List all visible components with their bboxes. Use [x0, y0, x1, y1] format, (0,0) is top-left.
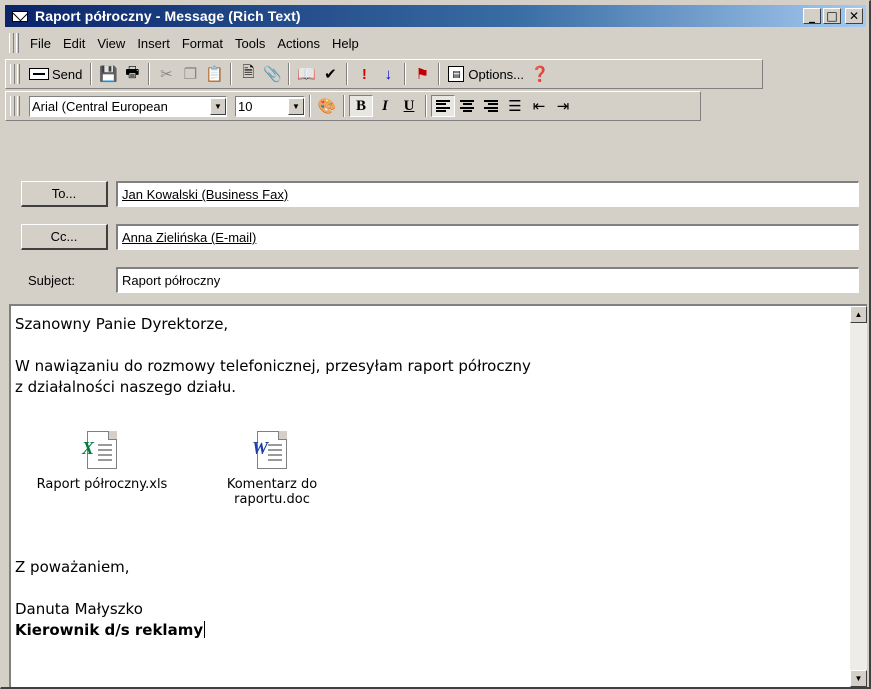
menu-actions[interactable]: Actions	[271, 36, 326, 51]
close-button[interactable]: ✕	[845, 8, 863, 24]
menu-format[interactable]: Format	[176, 36, 229, 51]
attachment-xls-label: Raport półroczny.xls	[36, 477, 168, 492]
message-window: Raport półroczny - Message (Rich Text) _…	[0, 0, 871, 689]
options-icon: ▤	[448, 66, 465, 82]
attachment-doc[interactable]: W Komentarz do raportu.doc	[207, 431, 337, 507]
font-size-select[interactable]: 10 ▼	[235, 95, 305, 117]
signature-title: Kierownik d/s reklamy	[15, 621, 204, 639]
chevron-down-icon[interactable]: ▼	[210, 97, 226, 115]
send-label: Send	[52, 66, 83, 82]
toolbar-grip[interactable]	[10, 64, 15, 84]
subject-value: Raport półroczny	[122, 273, 221, 288]
cc-field[interactable]: Anna Zielińska (E-mail)	[116, 224, 859, 250]
format-toolbar-grip[interactable]	[10, 96, 15, 116]
title-bar[interactable]: Raport półroczny - Message (Rich Text) _…	[5, 5, 866, 27]
print-icon[interactable]: 🖶	[120, 63, 144, 85]
font-select[interactable]: Arial (Central European ▼	[29, 95, 227, 117]
insert-file-icon[interactable]: 🗎	[236, 63, 260, 85]
subject-field[interactable]: Raport półroczny	[116, 267, 859, 293]
low-importance-icon[interactable]: ↓	[376, 63, 400, 85]
align-left-icon[interactable]	[431, 95, 455, 117]
minimize-button[interactable]: _	[803, 8, 821, 24]
chevron-down-icon[interactable]: ▼	[288, 97, 304, 115]
increase-indent-icon[interactable]: ⇥	[551, 95, 575, 117]
menu-insert[interactable]: Insert	[131, 36, 176, 51]
to-button[interactable]: To...	[21, 181, 108, 207]
closing-line: Z poważaniem,	[15, 558, 130, 576]
options-label: Options...	[468, 66, 525, 82]
attach-icon[interactable]: 📎	[260, 63, 284, 85]
vertical-scrollbar[interactable]: ▲ ▼	[850, 306, 867, 687]
menu-help[interactable]: Help	[326, 36, 365, 51]
body-line-1: W nawiązaniu do rozmowy telefonicznej, p…	[15, 357, 531, 375]
align-right-icon[interactable]	[479, 95, 503, 117]
menu-file[interactable]: File	[24, 36, 57, 51]
bold-button[interactable]: B	[349, 95, 373, 117]
maximize-button[interactable]: □	[823, 8, 841, 24]
decrease-indent-icon[interactable]: ⇤	[527, 95, 551, 117]
underline-button[interactable]: U	[397, 95, 421, 117]
formatting-toolbar: Arial (Central European ▼ 10 ▼ 🎨 B I U ☰…	[5, 91, 701, 121]
scroll-down-icon[interactable]: ▼	[850, 670, 867, 687]
help-icon[interactable]: ❓	[528, 63, 552, 85]
text-cursor	[204, 621, 206, 638]
italic-button[interactable]: I	[373, 95, 397, 117]
font-value: Arial (Central European	[32, 98, 168, 114]
scroll-up-icon[interactable]: ▲	[850, 306, 867, 323]
bullets-icon[interactable]: ☰	[503, 95, 527, 117]
send-icon	[29, 68, 49, 80]
options-button[interactable]: ▤ Options...	[444, 66, 528, 82]
to-recipient[interactable]: Jan Kowalski (Business Fax)	[122, 187, 288, 202]
menu-grip[interactable]	[9, 33, 14, 53]
cc-recipient[interactable]: Anna Zielińska (E-mail)	[122, 230, 256, 245]
window-title: Raport półroczny - Message (Rich Text)	[35, 8, 301, 24]
word-file-icon: W	[252, 431, 287, 469]
subject-label: Subject:	[28, 273, 75, 288]
copy-icon[interactable]: ❐	[178, 63, 202, 85]
envelope-icon	[11, 9, 29, 23]
excel-file-icon: X	[82, 431, 117, 469]
menu-tools[interactable]: Tools	[229, 36, 271, 51]
greeting-line: Szanowny Panie Dyrektorze,	[15, 315, 229, 333]
paste-icon[interactable]: 📋	[202, 63, 226, 85]
align-center-icon[interactable]	[455, 95, 479, 117]
standard-toolbar: Send 💾 🖶 ✂ ❐ 📋 🗎 📎 📖 ✔ ! ↓ ⚑ ▤ Options..…	[5, 59, 763, 89]
attachment-xls[interactable]: X Raport półroczny.xls	[17, 431, 187, 492]
menu-view[interactable]: View	[91, 36, 131, 51]
menu-bar: File Edit View Insert Format Tools Actio…	[5, 31, 866, 55]
address-book-icon[interactable]: 📖	[294, 63, 318, 85]
attachment-doc-label-line1: Komentarz do	[226, 477, 318, 492]
signature-name: Danuta Małyszko	[15, 600, 143, 618]
send-button[interactable]: Send	[25, 67, 86, 82]
menu-edit[interactable]: Edit	[57, 36, 91, 51]
font-size-value: 10	[238, 98, 253, 114]
to-field[interactable]: Jan Kowalski (Business Fax)	[116, 181, 859, 207]
check-names-icon[interactable]: ✔	[318, 63, 342, 85]
message-body[interactable]: Szanowny Panie Dyrektorze, W nawiązaniu …	[9, 304, 867, 687]
attachment-doc-label-line2: raportu.doc	[234, 492, 310, 507]
font-color-icon[interactable]: 🎨	[315, 95, 339, 117]
save-icon[interactable]: 💾	[96, 63, 120, 85]
cut-icon[interactable]: ✂	[154, 63, 178, 85]
flag-icon[interactable]: ⚑	[410, 63, 434, 85]
cc-button[interactable]: Cc...	[21, 224, 108, 250]
body-line-2: z działalności naszego działu.	[15, 378, 237, 396]
high-importance-icon[interactable]: !	[352, 63, 376, 85]
